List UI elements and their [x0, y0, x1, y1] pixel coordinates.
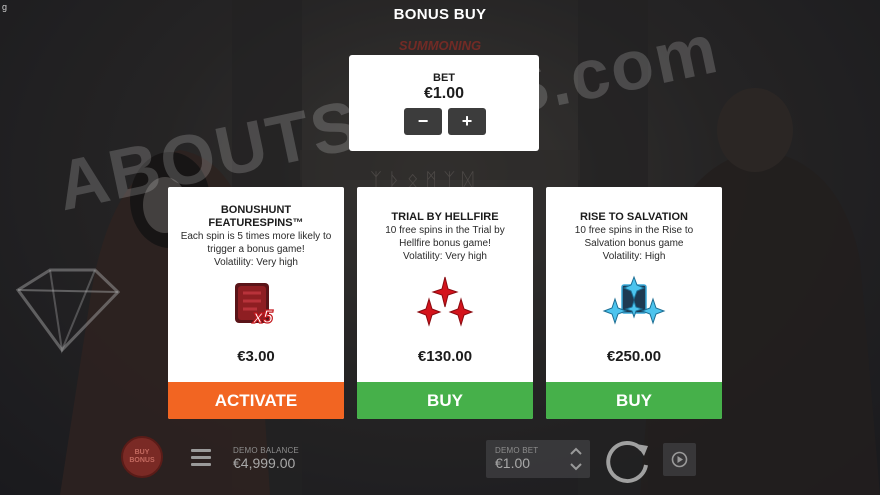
bonus-card-rise-to-salvation: RISE TO SALVATION 10 free spins in the R…: [546, 187, 722, 419]
blue-shuriken-icon: [602, 275, 666, 334]
demo-balance-value: €4,999.00: [233, 455, 296, 471]
demo-bet-box: DEMO BET €1.00: [486, 440, 590, 478]
x5-multiplier-icon: x5: [231, 281, 281, 334]
bonus-card-trial-by-hellfire: TRIAL BY HELLFIRE 10 free spins in the T…: [357, 187, 533, 419]
bet-value: €1.00: [423, 85, 465, 102]
card-title: TRIAL BY HELLFIRE: [391, 211, 499, 223]
bonus-card-bonushunt: BONUSHUNT FEATURESPINS™ Each spin is 5 t…: [168, 187, 344, 419]
bet-decrease-button[interactable]: −: [404, 108, 442, 135]
buy-bonus-button[interactable]: BUY BONUS: [121, 436, 163, 478]
card-title: BONUSHUNT FEATURESPINS™: [208, 204, 304, 229]
spin-button[interactable]: [600, 436, 656, 486]
page-title: BONUS BUY: [393, 6, 487, 23]
bet-arrows-icon[interactable]: [568, 443, 584, 475]
card-description: Each spin is 5 times more likely to trig…: [180, 231, 332, 255]
card-volatility: Volatility: High: [602, 251, 666, 262]
autoplay-icon: [671, 451, 688, 468]
buy-button-salvation[interactable]: BUY: [546, 382, 722, 419]
x5-icon-text: x5: [252, 307, 274, 327]
bet-stepper: − +: [404, 108, 486, 135]
bet-label: BET: [433, 72, 455, 84]
activate-button[interactable]: ACTIVATE: [168, 382, 344, 419]
bet-increase-button[interactable]: +: [448, 108, 486, 135]
card-volatility: Volatility: Very high: [403, 251, 487, 262]
card-price: €3.00: [237, 348, 275, 365]
menu-icon[interactable]: [191, 449, 211, 467]
demo-balance: DEMO BALANCE €4,999.00: [233, 446, 299, 471]
demo-bet-label: DEMO BET: [495, 446, 539, 455]
card-price: €130.00: [417, 348, 473, 365]
card-title: RISE TO SALVATION: [580, 211, 688, 223]
buy-button-hellfire[interactable]: BUY: [357, 382, 533, 419]
bet-panel: BET €1.00 − +: [349, 55, 539, 151]
card-description: 10 free spins in the Rise to Salvation b…: [574, 225, 694, 249]
card-price: €250.00: [606, 348, 662, 365]
card-description: 10 free spins in the Trial by Hellfire b…: [385, 225, 505, 249]
game-logo: SUMMONING: [398, 38, 482, 53]
card-volatility: Volatility: Very high: [214, 257, 298, 268]
autoplay-button[interactable]: [663, 443, 696, 476]
demo-bet-value: €1.00: [495, 455, 531, 471]
red-shuriken-icon: [415, 275, 475, 334]
demo-balance-label: DEMO BALANCE: [233, 446, 299, 455]
